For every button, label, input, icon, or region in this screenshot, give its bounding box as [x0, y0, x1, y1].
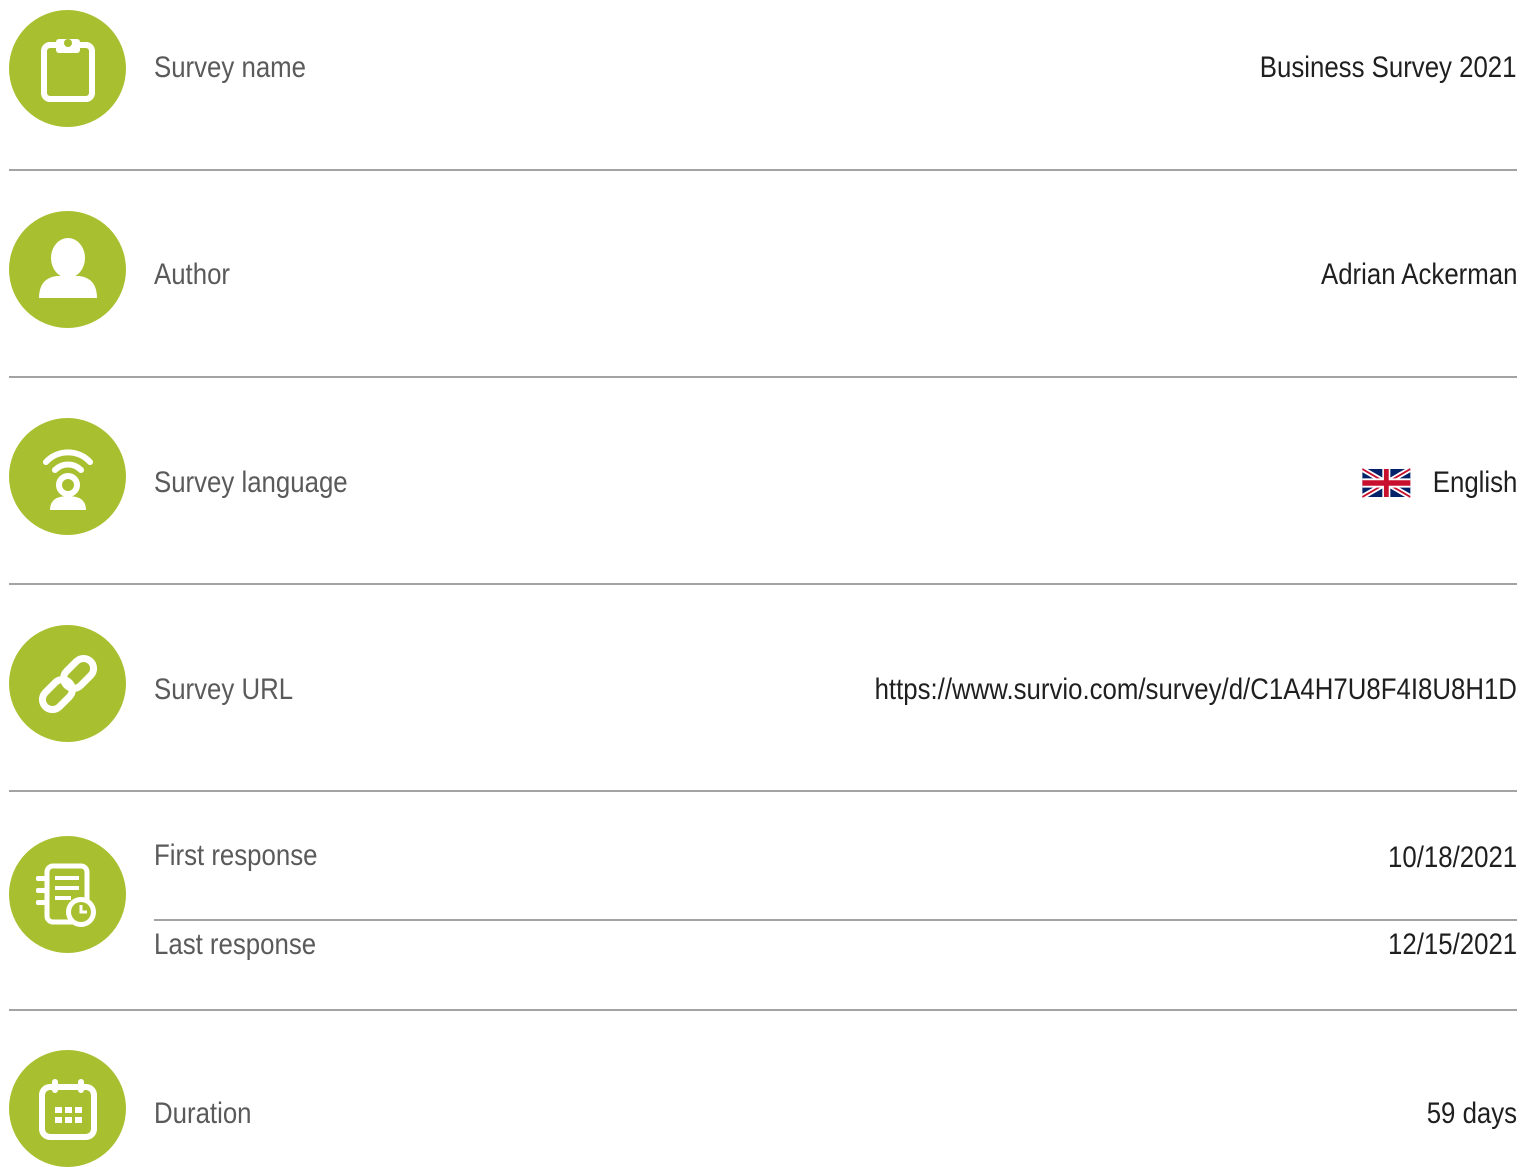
link-icon: [9, 625, 126, 742]
divider: [9, 790, 1517, 792]
survey-language-value-group: English: [1360, 463, 1517, 503]
survey-url-value[interactable]: https://www.survio.com/survey/d/C1A4H7U8…: [875, 670, 1517, 710]
divider: [9, 583, 1517, 585]
duration-label: Duration: [154, 1097, 252, 1130]
responses-clock-icon: [9, 836, 126, 953]
calendar-icon: [9, 1050, 126, 1167]
clipboard-icon: [9, 10, 126, 127]
duration-value: 59 days: [1426, 1097, 1517, 1130]
divider: [9, 169, 1517, 171]
survey-language-value: English: [1432, 466, 1517, 499]
author-value: Adrian Ackerman: [1320, 258, 1517, 291]
first-response-value: 10/18/2021: [1387, 841, 1517, 874]
inner-divider: [154, 919, 1517, 921]
survey-name-label: Survey name: [154, 51, 307, 84]
last-response-label: Last response: [154, 928, 317, 961]
divider: [9, 376, 1517, 378]
last-response-value: 12/15/2021: [1387, 928, 1517, 961]
survey-url-label: Survey URL: [154, 673, 294, 706]
uk-flag-icon: [1360, 466, 1412, 500]
divider: [9, 1009, 1517, 1011]
author-label: Author: [154, 258, 231, 291]
first-response-label: First response: [154, 839, 318, 872]
survey-language-label: Survey language: [154, 466, 348, 499]
user-icon: [9, 211, 126, 328]
survey-name-value: Business Survey 2021: [1260, 51, 1517, 84]
broadcast-user-icon: [9, 418, 126, 535]
